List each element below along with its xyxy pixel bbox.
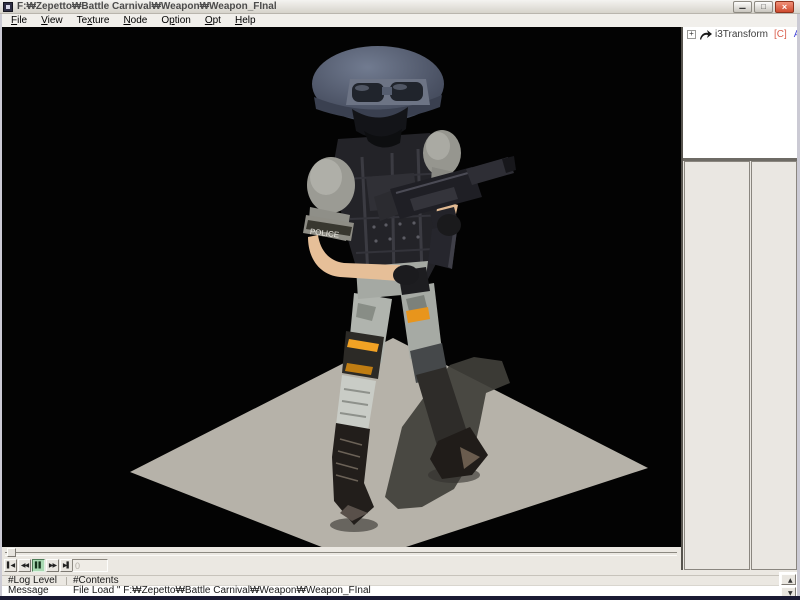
3d-viewport[interactable]: POLICE: [2, 27, 681, 547]
log-row[interactable]: Message File Load " F:₩Zepetto₩Battle Ca…: [2, 586, 797, 596]
window-border-bottom: [0, 596, 800, 600]
scroll-up-icon: ▲: [788, 577, 793, 584]
transport-bar: ▌◀ ◀◀ ▌▌ ▶▶ ▶▌: [2, 558, 681, 575]
go-start-icon: ▌◀: [7, 562, 14, 569]
maximize-icon: □: [761, 2, 766, 11]
step-forward-icon: ▶▶: [49, 562, 56, 569]
titlebar: F:₩Zepetto₩Battle Carnival₩Weapon₩Weapon…: [0, 0, 800, 14]
menu-node[interactable]: Node: [116, 14, 154, 27]
menu-texture[interactable]: Texture: [70, 14, 117, 27]
log-row-contents: File Load " F:₩Zepetto₩Battle Carnival₩W…: [73, 586, 371, 596]
transform-node-icon: [699, 30, 712, 40]
window-title: F:₩Zepetto₩Battle Carnival₩Weapon₩Weapon…: [17, 1, 277, 13]
timeline-slider: [2, 547, 681, 558]
app-icon: [3, 2, 13, 12]
step-back-button[interactable]: ◀◀: [18, 559, 31, 572]
pause-button[interactable]: ▌▌: [32, 559, 45, 572]
step-back-icon: ◀◀: [21, 562, 28, 569]
minimize-icon: ▁: [739, 0, 745, 9]
timeline-track[interactable]: [5, 552, 677, 556]
close-button[interactable]: ×: [775, 1, 794, 13]
pause-icon: ▌▌: [35, 562, 42, 569]
menu-option[interactable]: Option: [154, 14, 197, 27]
tree-expand-icon[interactable]: +: [687, 30, 696, 39]
log-row-level: Message: [8, 586, 49, 596]
model-canvas: POLICE: [2, 27, 681, 547]
scene-tree-panel: + i3Transform [C] AxisRotate: [683, 27, 797, 158]
menu-help[interactable]: Help: [228, 14, 263, 27]
step-forward-button[interactable]: ▶▶: [46, 559, 59, 572]
log-column-divider: [66, 577, 67, 585]
property-list-right[interactable]: [751, 161, 797, 570]
timeline-thumb[interactable]: [7, 548, 16, 557]
tree-node-i3transform[interactable]: + i3Transform [C] AxisRotate: [683, 27, 797, 40]
app-window: F:₩Zepetto₩Battle Carnival₩Weapon₩Weapon…: [0, 0, 800, 600]
log-scroll-up-button[interactable]: ▲: [781, 574, 796, 585]
maximize-button[interactable]: □: [754, 1, 773, 13]
menu-file[interactable]: File: [4, 14, 34, 27]
menu-view[interactable]: View: [34, 14, 70, 27]
ground-plane: [130, 338, 648, 547]
minimize-button[interactable]: ▁: [733, 1, 752, 13]
close-icon: ×: [782, 2, 787, 12]
frame-number-input[interactable]: [72, 559, 108, 572]
menubar: File View Texture Node Option Opt Help: [0, 14, 800, 27]
go-start-button[interactable]: ▌◀: [4, 559, 17, 572]
menu-opt[interactable]: Opt: [198, 14, 228, 27]
tree-node-tag: [C]: [774, 29, 787, 40]
property-list-left[interactable]: [684, 161, 750, 570]
window-border-left: [0, 14, 2, 600]
go-end-icon: ▶▌: [63, 562, 70, 569]
tree-node-label: i3Transform: [715, 29, 768, 40]
